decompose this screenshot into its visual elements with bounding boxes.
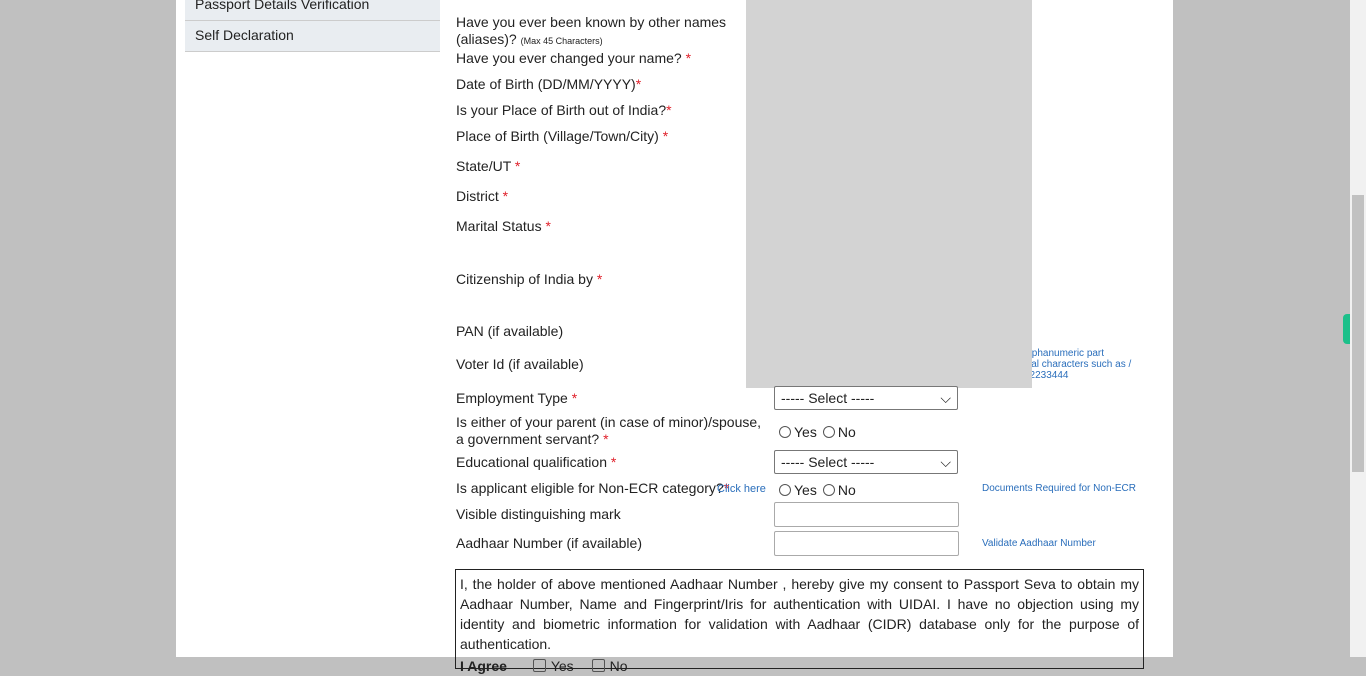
sidebar-item-passport-details-verification[interactable]: Passport Details Verification (185, 0, 440, 21)
validate-aadhaar-link[interactable]: Validate Aadhaar Number (982, 538, 1096, 549)
employment-label: Employment Type * (456, 390, 578, 406)
voter-label: Voter Id (if available) (456, 356, 584, 372)
docs-non-ecr-link[interactable]: Documents Required for Non-ECR (982, 483, 1136, 494)
govt-servant-yes[interactable]: Yes (779, 424, 817, 440)
non-ecr-no[interactable]: No (822, 482, 856, 498)
feedback-tab[interactable] (1343, 314, 1350, 344)
non-ecr-radios: Yes No (779, 482, 856, 498)
pob-label: Place of Birth (Village/Town/City) * (456, 128, 669, 144)
aadhaar-input[interactable] (774, 531, 959, 556)
click-here-link[interactable]: Click here (717, 483, 766, 495)
distinguishing-mark-input[interactable] (774, 502, 959, 527)
chevron-down-icon: ⌵ (940, 453, 951, 470)
state-label: State/UT * (456, 158, 521, 174)
voter-hint: alphanumeric part cial characters such as… (1024, 348, 1132, 381)
district-label: District * (456, 188, 509, 204)
pob-out-label: Is your Place of Birth out of India?* (456, 102, 672, 118)
govt-servant-no[interactable]: No (822, 424, 856, 440)
employment-select[interactable]: ----- Select ----- ⌵ (774, 386, 958, 410)
redacted-overlay (746, 0, 1032, 388)
chevron-down-icon: ⌵ (940, 389, 951, 406)
sidebar-item-self-declaration[interactable]: Self Declaration (185, 21, 440, 52)
changed-name-label: Have you ever changed your name? * (456, 50, 692, 66)
mark-label: Visible distinguishing mark (456, 506, 621, 522)
pan-label: PAN (if available) (456, 323, 564, 339)
non-ecr-yes[interactable]: Yes (779, 482, 817, 498)
aliases-label: Have you ever been known by other names … (456, 14, 727, 47)
scrollbar-thumb[interactable] (1352, 195, 1364, 472)
govt-servant-label: Is either of your parent (in case of min… (456, 414, 762, 447)
education-label: Educational qualification * (456, 454, 617, 470)
agree-no-checkbox[interactable]: No (591, 658, 627, 674)
education-select[interactable]: ----- Select ----- ⌵ (774, 450, 958, 474)
marital-label: Marital Status * (456, 218, 551, 234)
aadhaar-label: Aadhaar Number (if available) (456, 535, 642, 551)
sidebar-item-label: Passport Details Verification (195, 0, 370, 12)
non-ecr-label: Is applicant eligible for Non-ECR catego… (456, 480, 730, 496)
agree-yes-checkbox[interactable]: Yes (532, 658, 574, 674)
govt-servant-radios: Yes No (779, 424, 856, 440)
dob-label: Date of Birth (DD/MM/YYYY)* (456, 76, 642, 92)
sidebar-item-label: Self Declaration (195, 27, 294, 43)
consent-text: I, the holder of above mentioned Aadhaar… (460, 576, 1139, 652)
citizenship-label: Citizenship of India by * (456, 271, 603, 287)
agree-label: I Agree (460, 658, 507, 674)
aadhaar-consent-box: I, the holder of above mentioned Aadhaar… (455, 569, 1144, 674)
